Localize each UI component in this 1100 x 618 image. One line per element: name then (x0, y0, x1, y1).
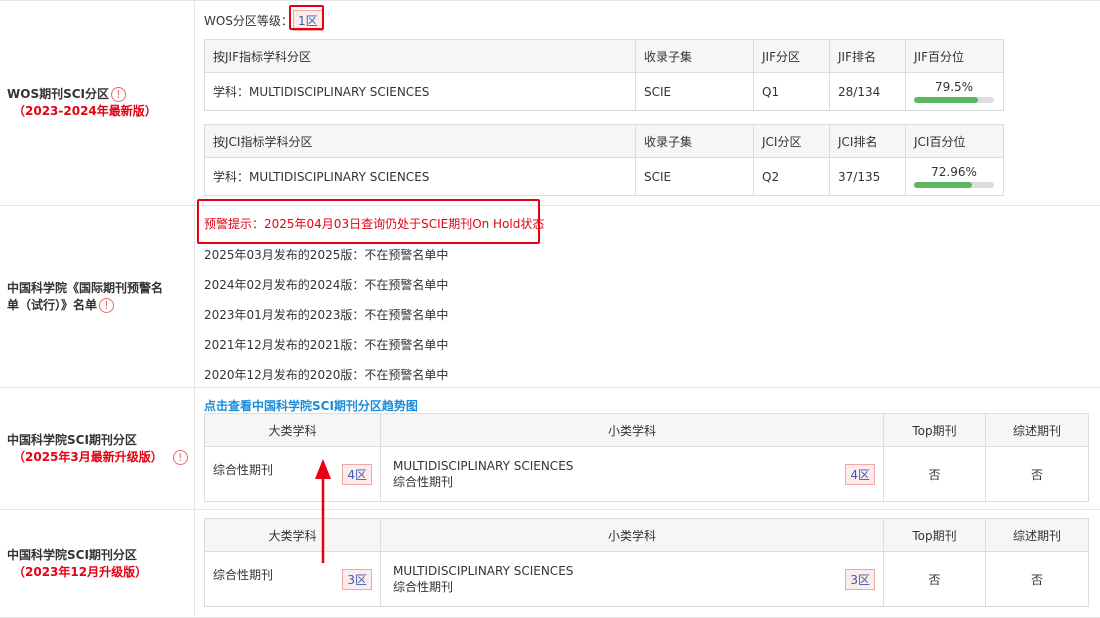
cas2025-row: 综合性期刊 4区 MULTIDISCIPLINARY SCIENCES 综合性期… (204, 446, 1089, 502)
cas2025-label-cell: 中国科学院SCI期刊分区 （2025年3月最新升级版）! (0, 388, 195, 509)
warning-content: 预警提示：2025年04月03日查询仍处于SCIE期刊On Hold状态 202… (196, 199, 1100, 387)
cas2023-minor-cn: 综合性期刊 (393, 579, 454, 594)
jif-percentile-fill (914, 97, 978, 103)
jci-percentile-cell: 72.96% (905, 157, 1004, 196)
cas2025-header-minor: 小类学科 (380, 413, 884, 447)
cas2023-header-major: 大类学科 (204, 518, 381, 552)
jci-header-row: 按JCI指标学科分区 收录子集 JCI分区 JCI排名 JCI百分位 (204, 124, 1004, 158)
cas2025-table: 大类学科 小类学科 Top期刊 综述期刊 综合性期刊 4区 MULTIDISCI… (204, 413, 1089, 502)
jif-table: 按JIF指标学科分区 收录子集 JIF分区 JIF排名 JIF百分位 学科：MU… (204, 39, 1004, 111)
wos-content: WOS分区等级： 1区 按JIF指标学科分区 收录子集 JIF分区 JIF排名 J… (196, 1, 1100, 205)
wos-sub-label: （2023-2024年最新版） (13, 104, 157, 118)
jif-rank: 28/134 (829, 72, 906, 111)
cas2023-major-zone: 3区 (342, 568, 372, 590)
cas2023-review: 否 (985, 551, 1089, 607)
jci-subset: SCIE (635, 157, 754, 196)
jif-percentile-cell: 79.5% (905, 72, 1004, 111)
cas2025-minor-zone: 4区 (845, 463, 875, 485)
cas2023-row: 综合性期刊 3区 MULTIDISCIPLINARY SCIENCES 综合性期… (204, 551, 1089, 607)
cas2023-header-top: Top期刊 (883, 518, 986, 552)
jci-header-percentile: JCI百分位 (905, 124, 1004, 158)
cas2025-review: 否 (985, 446, 1089, 502)
cas2025-major: 综合性期刊 (213, 462, 274, 477)
warning-label-cell: 中国科学院《国际期刊预警名单（试行）》名单! (0, 206, 195, 387)
warning-line: 2024年02月发布的2024版：不在预警名单中 (204, 278, 449, 292)
warning-line: 2020年12月发布的2020版：不在预警名单中 (204, 368, 449, 382)
cas2023-section: 中国科学院SCI期刊分区 （2023年12月升级版） 大类学科 小类学科 Top… (0, 510, 1100, 618)
cas2023-header-row: 大类学科 小类学科 Top期刊 综述期刊 (204, 518, 1089, 552)
cas2023-major: 综合性期刊 (213, 567, 274, 582)
cas2023-label: 中国科学院SCI期刊分区 (7, 547, 137, 562)
wos-label: WOS期刊SCI分区 (7, 87, 109, 101)
cas2025-header-major: 大类学科 (204, 413, 381, 447)
jci-percentile: 72.96% (931, 165, 977, 179)
jci-row: 学科：MULTIDISCIPLINARY SCIENCES SCIE Q2 37… (204, 157, 1004, 196)
info-icon[interactable]: ! (111, 87, 126, 102)
cas2025-label: 中国科学院SCI期刊分区 (7, 432, 137, 447)
wos-section: WOS期刊SCI分区! （2023-2024年最新版） WOS分区等级： 1区 按… (0, 1, 1100, 206)
jci-header-subject: 按JCI指标学科分区 (204, 124, 636, 158)
jci-rank: 37/135 (829, 157, 906, 196)
cas2025-minor-en: MULTIDISCIPLINARY SCIENCES (393, 458, 574, 473)
cas-trend-link[interactable]: 点击查看中国科学院SCI期刊分区趋势图 (204, 397, 418, 414)
cas2025-major-cell: 综合性期刊 4区 (204, 446, 381, 502)
warning-line: 2023年01月发布的2023版：不在预警名单中 (204, 308, 449, 322)
arrow-up-icon (315, 459, 331, 563)
wos-label-cell: WOS期刊SCI分区! （2023-2024年最新版） (0, 1, 195, 205)
jif-subject: 学科：MULTIDISCIPLINARY SCIENCES (204, 72, 636, 111)
jif-header-quartile: JIF分区 (753, 39, 830, 73)
warning-label: 中国科学院《国际期刊预警名单（试行）》名单 (7, 280, 164, 312)
jci-table: 按JCI指标学科分区 收录子集 JCI分区 JCI排名 JCI百分位 学科：MU… (204, 124, 1004, 196)
wos-level-highlight (289, 5, 324, 30)
cas2023-minor-zone: 3区 (845, 568, 875, 590)
cas2023-minor-cell: MULTIDISCIPLINARY SCIENCES 综合性期刊 3区 (380, 551, 884, 607)
jif-header-percentile: JIF百分位 (905, 39, 1004, 73)
cas2025-minor-cell: MULTIDISCIPLINARY SCIENCES 综合性期刊 4区 (380, 446, 884, 502)
jif-subset: SCIE (635, 72, 754, 111)
cas2025-header-row: 大类学科 小类学科 Top期刊 综述期刊 (204, 413, 1089, 447)
jif-row: 学科：MULTIDISCIPLINARY SCIENCES SCIE Q1 28… (204, 72, 1004, 111)
cas2025-major-zone: 4区 (342, 463, 372, 485)
cas2025-minor-cn: 综合性期刊 (393, 474, 454, 489)
jci-subject: 学科：MULTIDISCIPLINARY SCIENCES (204, 157, 636, 196)
wos-level-label: WOS分区等级： (204, 14, 293, 28)
jif-header-subject: 按JIF指标学科分区 (204, 39, 636, 73)
jif-header-rank: JIF排名 (829, 39, 906, 73)
jci-quartile: Q2 (753, 157, 830, 196)
jif-percentile-bar (914, 97, 994, 103)
cas2025-section: 中国科学院SCI期刊分区 （2025年3月最新升级版）! 点击查看中国科学院SC… (0, 388, 1100, 510)
warning-section: 中国科学院《国际期刊预警名单（试行）》名单! 预警提示：2025年04月03日查… (0, 199, 1100, 388)
jci-header-rank: JCI排名 (829, 124, 906, 158)
jif-percentile: 79.5% (934, 80, 974, 94)
info-icon[interactable]: ! (172, 449, 188, 465)
warning-line: 2025年03月发布的2025版：不在预警名单中 (204, 248, 449, 262)
info-icon[interactable]: ! (99, 297, 115, 313)
warning-line: 2021年12月发布的2021版：不在预警名单中 (204, 338, 449, 352)
journal-info-page: WOS期刊SCI分区! （2023-2024年最新版） WOS分区等级： 1区 按… (0, 0, 1100, 618)
jif-header-subset: 收录子集 (635, 39, 754, 73)
jci-percentile-bar (914, 182, 994, 188)
jif-quartile: Q1 (753, 72, 830, 111)
cas2023-table: 大类学科 小类学科 Top期刊 综述期刊 综合性期刊 3区 MULTIDISCI… (204, 518, 1089, 607)
cas2023-header-minor: 小类学科 (380, 518, 884, 552)
jif-header-row: 按JIF指标学科分区 收录子集 JIF分区 JIF排名 JIF百分位 (204, 39, 1004, 73)
cas2023-label-cell: 中国科学院SCI期刊分区 （2023年12月升级版） (0, 510, 195, 617)
jci-header-quartile: JCI分区 (753, 124, 830, 158)
cas2023-header-review: 综述期刊 (985, 518, 1089, 552)
warning-alert: 预警提示：2025年04月03日查询仍处于SCIE期刊On Hold状态 (204, 217, 545, 231)
cas2023-major-cell: 综合性期刊 3区 (204, 551, 381, 607)
cas2025-header-review: 综述期刊 (985, 413, 1089, 447)
jci-header-subset: 收录子集 (635, 124, 754, 158)
jci-percentile-fill (914, 182, 973, 188)
cas2023-minor-en: MULTIDISCIPLINARY SCIENCES (393, 563, 574, 578)
cas2023-sub-label: （2023年12月升级版） (13, 564, 148, 579)
cas2025-sub-label: （2025年3月最新升级版） (13, 449, 163, 464)
cas2023-top: 否 (883, 551, 986, 607)
cas2025-top: 否 (883, 446, 986, 502)
cas2025-header-top: Top期刊 (883, 413, 986, 447)
